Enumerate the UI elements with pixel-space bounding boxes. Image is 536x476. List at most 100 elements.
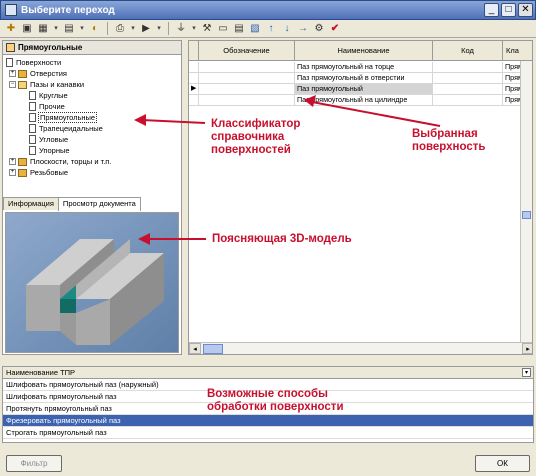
tree-node-rect[interactable]: Прямоугольные xyxy=(29,112,98,123)
table-row[interactable]: Паз прямоугольный в отверстии Прям xyxy=(189,73,532,84)
cell-code xyxy=(433,95,503,105)
surfaces-grid: Обозначение Наименование Код Кла Паз пря… xyxy=(188,40,533,355)
copy-icon[interactable]: ▭ xyxy=(216,22,230,35)
filter-icon[interactable]: ⏚ xyxy=(174,22,188,35)
tree-node-angular[interactable]: Угловые xyxy=(29,134,68,145)
cell-code xyxy=(433,73,503,83)
chevron-down-icon[interactable]: ▾ xyxy=(155,22,163,35)
tab-document-preview[interactable]: Просмотр документа xyxy=(57,197,141,211)
tree-header: Прямоугольные xyxy=(3,41,181,55)
document-icon xyxy=(6,58,13,67)
maximize-button[interactable]: □ xyxy=(501,3,516,17)
filter-button[interactable]: Фильтр xyxy=(6,455,62,472)
document-icon xyxy=(29,91,36,100)
model-preview xyxy=(5,212,179,353)
tree-node-root[interactable]: Поверхности xyxy=(6,57,61,68)
slot-3d-model xyxy=(6,213,178,352)
expand-icon[interactable]: + xyxy=(9,169,16,176)
column-header-name[interactable]: Наименование xyxy=(295,41,433,60)
right-icon[interactable]: → xyxy=(296,22,310,35)
cell-designation xyxy=(199,62,295,72)
run-icon[interactable]: ◐ xyxy=(88,22,102,35)
tree-node-planes[interactable]: + Плоскости, торцы и т.п. xyxy=(9,156,111,167)
list-item-selected[interactable]: Фрезеровать прямоугольный паз xyxy=(3,415,533,427)
tree-node-label: Резьбовые xyxy=(30,168,69,177)
tree-node-thread[interactable]: + Резьбовые xyxy=(9,167,68,178)
tree-node-other[interactable]: Прочие xyxy=(29,101,65,112)
document-icon xyxy=(29,135,36,144)
tools-icon[interactable]: ⚒ xyxy=(200,22,214,35)
table-row[interactable]: Паз прямоугольный на торце Прям xyxy=(189,62,532,73)
tree-node-label: Пазы и канавки xyxy=(30,80,85,89)
tree-node-label: Прочие xyxy=(39,102,65,111)
play-icon[interactable]: ▶ xyxy=(139,22,153,35)
table-row[interactable]: Паз прямоугольный на цилиндре Прям xyxy=(189,95,532,106)
folder-icon[interactable]: ▣ xyxy=(20,22,34,35)
cell-designation xyxy=(199,95,295,105)
down-icon[interactable]: ↓ xyxy=(280,22,294,35)
image-icon[interactable]: ▧ xyxy=(248,22,262,35)
dialog-footer: Фильтр ОК xyxy=(0,450,536,476)
paste-icon[interactable]: ▤ xyxy=(232,22,246,35)
chevron-down-icon[interactable]: ▾ xyxy=(522,368,531,377)
list-item[interactable]: Строгать прямоугольный паз xyxy=(3,427,533,439)
toolbar: ✚ ▣ ▦ ▾ ▤ ▾ ◐ ⎙ ▾ ▶ ▾ ⏚ ▾ ⚒ ▭ ▤ ▧ ↑ ↓ → … xyxy=(0,20,536,38)
tree-node-round[interactable]: Круглые xyxy=(29,90,68,101)
folder-open-icon xyxy=(18,80,27,89)
new-icon[interactable]: ✚ xyxy=(4,22,18,35)
row-marker xyxy=(189,95,199,105)
tree-node-label: Угловые xyxy=(39,135,69,144)
chevron-down-icon[interactable]: ▾ xyxy=(129,22,137,35)
folder-icon xyxy=(18,157,27,166)
document-icon xyxy=(29,146,36,155)
column-header-class[interactable]: Кла xyxy=(503,41,522,60)
toolbar-separator xyxy=(168,22,169,35)
callout-methods: Возможные способы обработки поверхности xyxy=(207,388,344,413)
scroll-thumb[interactable] xyxy=(203,344,223,354)
ok-button[interactable]: ОК xyxy=(475,455,530,472)
document-icon xyxy=(29,124,36,133)
scroll-thumb[interactable] xyxy=(522,211,531,219)
close-button[interactable]: ✕ xyxy=(518,3,533,17)
tree-node-label: Отверстия xyxy=(30,69,67,78)
expand-icon[interactable]: + xyxy=(9,158,16,165)
cell-code xyxy=(433,62,503,72)
tab-info[interactable]: Информация xyxy=(3,197,59,210)
tree-node-stop[interactable]: Упорные xyxy=(29,145,70,156)
window-title: Выберите переход xyxy=(21,4,115,16)
grid-icon[interactable]: ▦ xyxy=(36,22,50,35)
tree-node-trapezoidal[interactable]: Трапецеидальные xyxy=(29,123,103,134)
book-icon xyxy=(6,43,15,52)
table-row-selected[interactable]: ▶ Паз прямоугольный Прям xyxy=(189,84,532,95)
chevron-down-icon[interactable]: ▾ xyxy=(190,22,198,35)
tree-node-label: Круглые xyxy=(39,91,68,100)
document-icon xyxy=(29,102,36,111)
grid-vertical-scrollbar[interactable] xyxy=(520,61,532,354)
up-icon[interactable]: ↑ xyxy=(264,22,278,35)
tree-node-grooves[interactable]: − Пазы и канавки xyxy=(9,79,84,90)
collapse-icon[interactable]: − xyxy=(9,81,16,88)
expand-icon[interactable]: + xyxy=(9,70,16,77)
link-icon[interactable]: ⚙ xyxy=(312,22,326,35)
print-icon[interactable]: ⎙ xyxy=(113,22,127,35)
tree-node-label: Прямоугольные xyxy=(37,112,98,123)
chevron-down-icon[interactable]: ▾ xyxy=(52,22,60,35)
methods-list-header: Наименование ТПР ▾ xyxy=(3,367,533,379)
chevron-down-icon[interactable]: ▾ xyxy=(78,22,86,35)
cell-name: Паз прямоугольный в отверстии xyxy=(295,73,433,83)
column-header-designation[interactable]: Обозначение xyxy=(199,41,295,60)
callout-selected-surface: Выбранная поверхность xyxy=(412,128,486,153)
minimize-button[interactable]: _ xyxy=(484,3,499,17)
app-icon xyxy=(5,4,17,16)
list-icon[interactable]: ▤ xyxy=(62,22,76,35)
toolbar-separator xyxy=(107,22,108,35)
scroll-right-icon[interactable]: ▸ xyxy=(522,343,532,354)
check-icon[interactable]: ✔ xyxy=(328,22,342,35)
cell-designation xyxy=(199,73,295,83)
tree-node-holes[interactable]: + Отверстия xyxy=(9,68,67,79)
scroll-left-icon[interactable]: ◂ xyxy=(189,343,201,354)
tree-node-label: Трапецеидальные xyxy=(39,124,103,133)
cell-name: Паз прямоугольный xyxy=(295,84,433,94)
column-header-code[interactable]: Код xyxy=(433,41,503,60)
grid-horizontal-scrollbar[interactable]: ◂ ▸ xyxy=(189,342,532,354)
